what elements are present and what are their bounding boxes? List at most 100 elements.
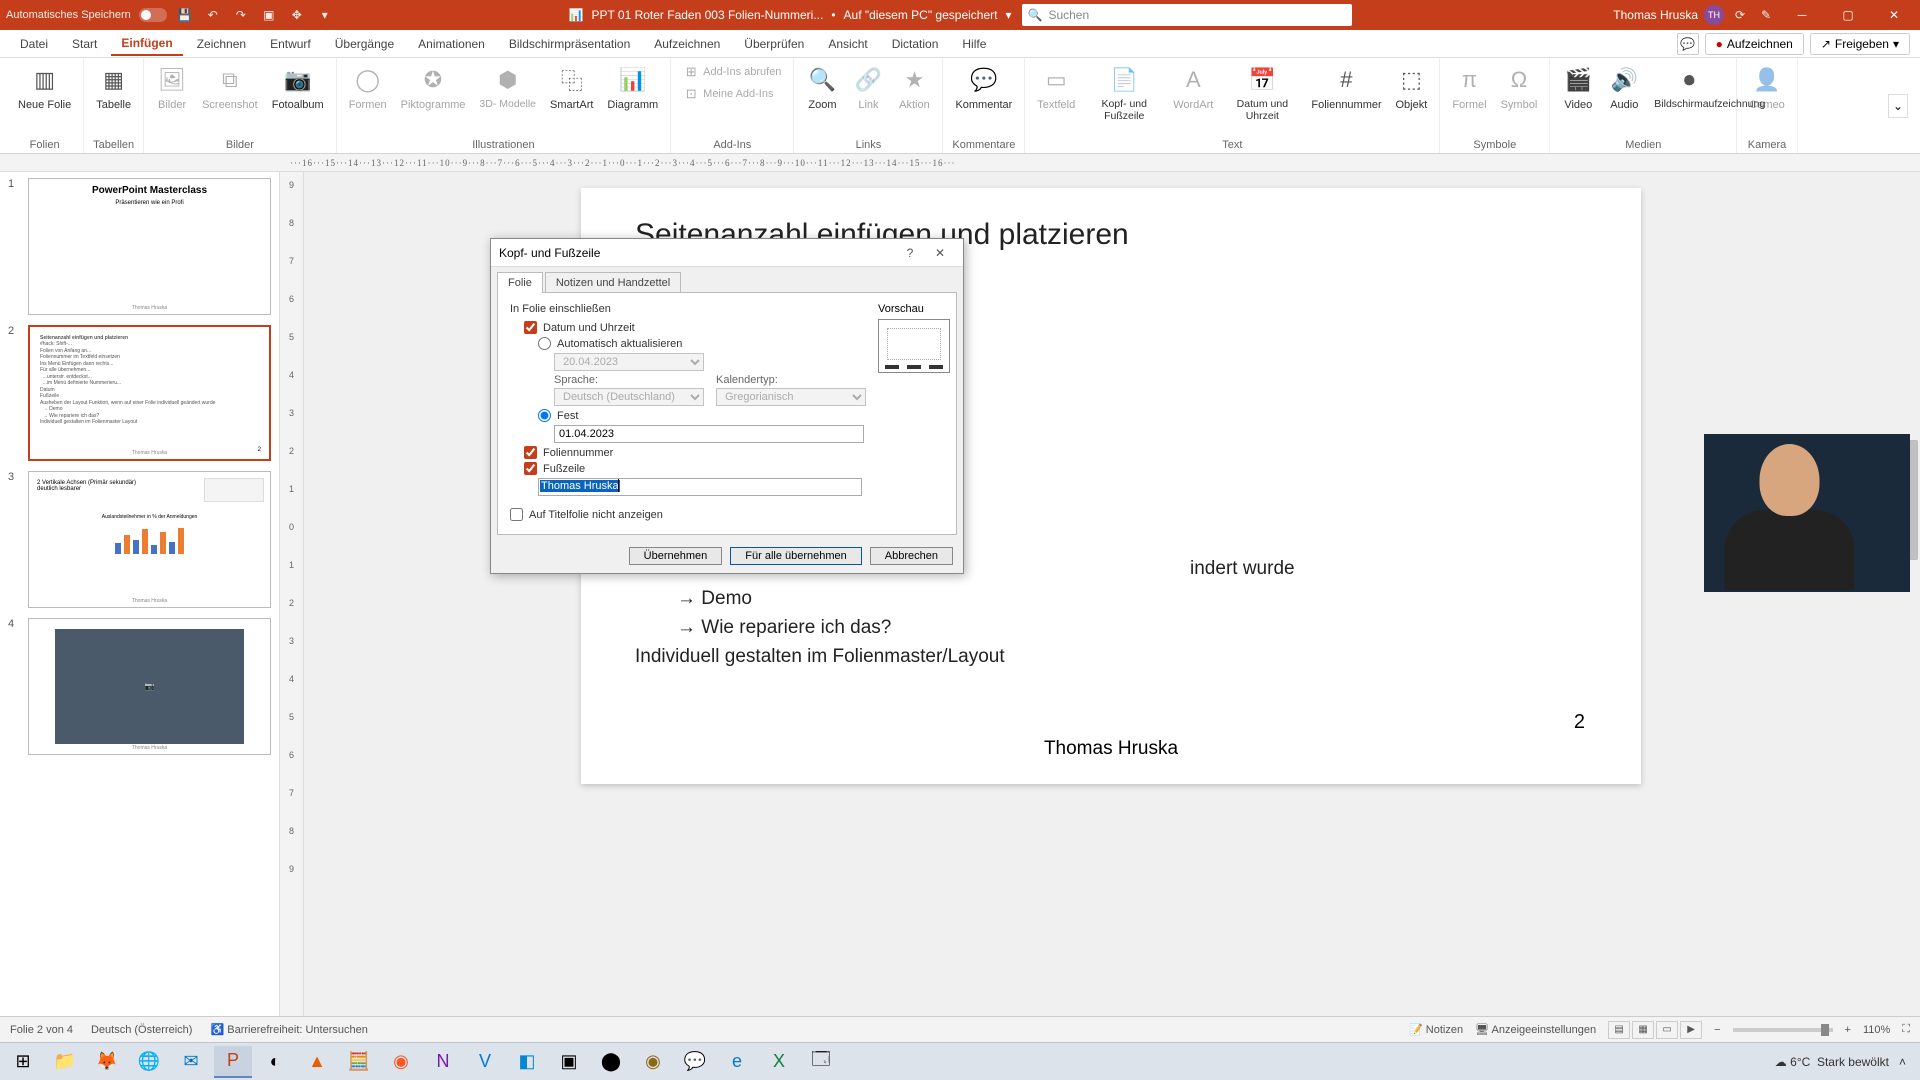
app-icon-4[interactable]: ◧ — [508, 1046, 546, 1078]
filename-dropdown-icon[interactable]: ▾ — [1005, 8, 1011, 22]
app-icon-8[interactable]: 🗔 — [802, 1046, 840, 1078]
rb-auto[interactable] — [538, 337, 551, 350]
app-icon-3[interactable]: ◉ — [382, 1046, 420, 1078]
video-button[interactable]: 🎬Video — [1558, 62, 1598, 113]
tab-entwurf[interactable]: Entwurf — [260, 33, 321, 55]
minimize-button[interactable]: ─ — [1782, 0, 1822, 30]
tab-uebergaenge[interactable]: Übergänge — [325, 33, 404, 55]
record-button[interactable]: ●Aufzeichnen — [1705, 33, 1804, 55]
cb-hide-title[interactable] — [510, 508, 523, 521]
screenshot-button[interactable]: ⧉Screenshot — [198, 62, 262, 113]
app-icon-7[interactable]: 💬 — [676, 1046, 714, 1078]
zoom-slider[interactable] — [1733, 1028, 1833, 1032]
symbol-button[interactable]: ΩSymbol — [1497, 62, 1542, 113]
formula-button[interactable]: πFormel — [1448, 62, 1490, 113]
firefox-icon[interactable]: 🦊 — [88, 1046, 126, 1078]
apply-button[interactable]: Übernehmen — [629, 547, 723, 565]
dialog-help-icon[interactable]: ? — [895, 240, 925, 266]
comments-pane-icon[interactable]: 💬 — [1677, 33, 1699, 55]
fixed-date-input[interactable] — [554, 425, 864, 443]
dialog-tab-folie[interactable]: Folie — [497, 272, 543, 293]
outlook-icon[interactable]: ✉ — [172, 1046, 210, 1078]
notes-button[interactable]: 📝 Notizen — [1409, 1023, 1463, 1036]
reading-view-icon[interactable]: ▭ — [1656, 1021, 1678, 1039]
ribbon-collapse-icon[interactable]: ⌄ — [1888, 94, 1908, 118]
zoom-button[interactable]: 🔍Zoom — [802, 62, 842, 113]
dialog-tab-notizen[interactable]: Notizen und Handzettel — [545, 272, 681, 293]
touch-icon[interactable]: ✥ — [287, 5, 307, 25]
tab-animationen[interactable]: Animationen — [408, 33, 495, 55]
get-addins-button[interactable]: ⊞Add-Ins abrufen — [679, 62, 785, 82]
search-box[interactable]: 🔍 Suchen — [1022, 4, 1352, 26]
start-menu-icon[interactable]: ⊞ — [4, 1046, 42, 1078]
edge-icon[interactable]: e — [718, 1046, 756, 1078]
shapes-button[interactable]: ◯Formen — [345, 62, 391, 113]
qat-more-icon[interactable]: ▾ — [315, 5, 335, 25]
zoom-value[interactable]: 110% — [1863, 1024, 1890, 1036]
cb-footer[interactable] — [524, 462, 537, 475]
tab-zeichnen[interactable]: Zeichnen — [187, 33, 256, 55]
pictures-button[interactable]: 🖼Bilder — [152, 62, 192, 113]
apply-all-button[interactable]: Für alle übernehmen — [730, 547, 862, 565]
fit-window-icon[interactable]: ⛶ — [1902, 1023, 1910, 1036]
screenrec-button[interactable]: ⏺Bildschirmaufzeichnung — [1650, 62, 1728, 113]
dialog-close-icon[interactable]: ✕ — [925, 240, 955, 266]
app-icon-5[interactable]: ▣ — [550, 1046, 588, 1078]
normal-view-icon[interactable]: ▤ — [1608, 1021, 1630, 1039]
thumb-3[interactable]: 3 2 Vertikale Achsen (Primär sekundär)de… — [8, 471, 271, 608]
cb-datetime[interactable] — [524, 321, 537, 334]
slideshow-icon[interactable]: ▶ — [1680, 1021, 1702, 1039]
photoalbum-button[interactable]: 📷Fotoalbum — [268, 62, 328, 113]
zoom-out-icon[interactable]: − — [1714, 1024, 1720, 1036]
tab-ansicht[interactable]: Ansicht — [818, 33, 877, 55]
action-button[interactable]: ★Aktion — [894, 62, 934, 113]
object-button[interactable]: ⬚Objekt — [1391, 62, 1431, 113]
comment-button[interactable]: 💬Kommentar — [951, 62, 1016, 113]
tray-expand-icon[interactable]: ˄ — [1899, 1055, 1906, 1069]
redo-icon[interactable]: ↷ — [231, 5, 251, 25]
cancel-button[interactable]: Abbrechen — [870, 547, 953, 565]
new-slide-button[interactable]: ▥Neue Folie — [14, 62, 75, 113]
view-buttons[interactable]: ▤ ▦ ▭ ▶ — [1608, 1021, 1702, 1039]
obs-icon[interactable]: ⬤ — [592, 1046, 630, 1078]
wordart-button[interactable]: AWordArt — [1169, 62, 1217, 113]
save-icon[interactable]: 💾 — [175, 5, 195, 25]
explorer-icon[interactable]: 📁 — [46, 1046, 84, 1078]
slidenumber-button[interactable]: #Foliennummer — [1307, 62, 1385, 113]
app-icon-1[interactable]: ◐ — [256, 1046, 294, 1078]
zoom-in-icon[interactable]: + — [1845, 1024, 1851, 1036]
3d-button[interactable]: ⬢3D- Modelle — [475, 62, 540, 113]
sorter-view-icon[interactable]: ▦ — [1632, 1021, 1654, 1039]
app-icon-2[interactable]: 🧮 — [340, 1046, 378, 1078]
tab-ueberpruefen[interactable]: Überprüfen — [734, 33, 814, 55]
weather-widget[interactable]: ☁ 6°C Stark bewölkt — [1775, 1055, 1889, 1069]
thumb-1[interactable]: 1 PowerPoint Masterclass Präsentieren wi… — [8, 178, 271, 315]
textbox-button[interactable]: ▭Textfeld — [1033, 62, 1079, 113]
excel-icon[interactable]: X — [760, 1046, 798, 1078]
close-button[interactable]: ✕ — [1874, 0, 1914, 30]
onenote-icon[interactable]: N — [424, 1046, 462, 1078]
accessibility-status[interactable]: ♿ Barrierefreiheit: Untersuchen — [210, 1023, 367, 1036]
tab-start[interactable]: Start — [62, 33, 107, 55]
display-settings-button[interactable]: 🖥 Anzeigeeinstellungen — [1475, 1023, 1596, 1036]
language-status[interactable]: Deutsch (Österreich) — [91, 1024, 192, 1036]
audio-button[interactable]: 🔊Audio — [1604, 62, 1644, 113]
tab-bildschirm[interactable]: Bildschirmpräsentation — [499, 33, 640, 55]
cameo-button[interactable]: 👤Cameo — [1745, 62, 1788, 113]
chart-button[interactable]: 📊Diagramm — [603, 62, 662, 113]
datetime-button[interactable]: 📅Datum und Uhrzeit — [1223, 62, 1301, 124]
cb-slidenumber[interactable] — [524, 446, 537, 459]
link-button[interactable]: 🔗Link — [848, 62, 888, 113]
autosave-toggle[interactable] — [139, 8, 167, 22]
start-show-icon[interactable]: ▣ — [259, 5, 279, 25]
tab-aufzeichnen[interactable]: Aufzeichnen — [644, 33, 730, 55]
slide-thumbnails-panel[interactable]: 1 PowerPoint Masterclass Präsentieren wi… — [0, 172, 280, 1054]
maximize-button[interactable]: ▢ — [1828, 0, 1868, 30]
undo-icon[interactable]: ↶ — [203, 5, 223, 25]
windows-taskbar[interactable]: ⊞ 📁 🦊 🌐 ✉ P ◐ ▲ 🧮 ◉ N V ◧ ▣ ⬤ ◉ 💬 e X 🗔 … — [0, 1042, 1920, 1080]
smartart-button[interactable]: ⿻SmartArt — [546, 62, 597, 113]
tab-datei[interactable]: Datei — [10, 33, 58, 55]
table-button[interactable]: ▦Tabelle — [92, 62, 135, 113]
header-footer-button[interactable]: 📄Kopf- und Fußzeile — [1085, 62, 1163, 124]
pictograms-button[interactable]: ✪Piktogramme — [397, 62, 470, 113]
